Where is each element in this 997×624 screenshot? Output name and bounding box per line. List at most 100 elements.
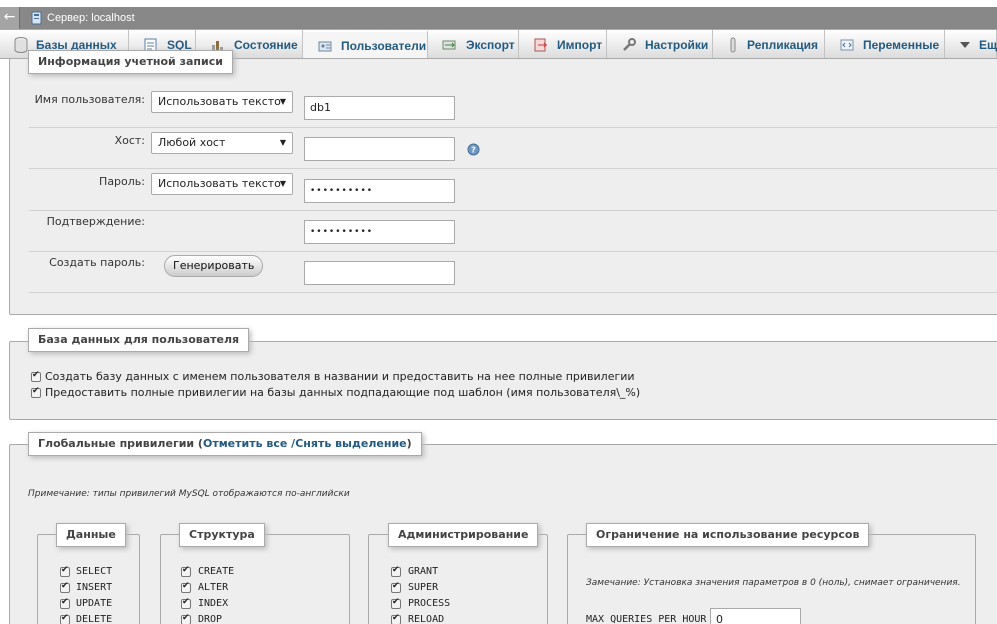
tab-label: Настройки xyxy=(645,37,709,52)
password-input[interactable]: •••••••••• xyxy=(304,179,455,203)
super-privilege-label[interactable]: SUPER xyxy=(408,582,438,593)
confirm-password-input[interactable]: •••••••••• xyxy=(304,220,455,244)
password-mode-select[interactable]: Использовать тексто ▼ xyxy=(151,173,293,195)
structure-privileges-legend: Структура xyxy=(179,523,265,547)
max-queries-input[interactable]: 0 xyxy=(710,608,801,624)
generate-password-label: Создать пароль: xyxy=(49,256,145,269)
reload-privilege-checkbox[interactable] xyxy=(391,613,401,624)
row-separator xyxy=(29,292,997,293)
database-for-user-legend: База данных для пользователя xyxy=(28,328,250,352)
insert-privilege-checkbox[interactable] xyxy=(60,581,70,593)
update-privilege-checkbox[interactable] xyxy=(60,597,70,609)
generate-password-button[interactable]: Генерировать xyxy=(164,255,264,277)
row-separator xyxy=(29,210,997,211)
chevron-down-icon xyxy=(960,41,970,48)
global-legend-prefix: Глобальные привилегии ( xyxy=(38,437,203,450)
username-mode-select[interactable]: Использовать тексто ▼ xyxy=(151,91,293,113)
tab-label: Ещё xyxy=(979,37,997,52)
global-privileges-legend: Глобальные привилегии (Отметить все /Сня… xyxy=(28,432,422,456)
insert-privilege-label[interactable]: INSERT xyxy=(76,582,112,593)
server-title[interactable]: Сервер: localhost xyxy=(47,7,135,29)
select-privilege-label[interactable]: SELECT xyxy=(76,566,112,577)
create-privilege-label[interactable]: CREATE xyxy=(198,566,234,577)
tab-label: Пользователи xyxy=(341,38,427,53)
host-mode-select[interactable]: Любой хост ▼ xyxy=(151,132,293,154)
row-separator xyxy=(29,251,997,252)
alter-privilege-label[interactable]: ALTER xyxy=(198,582,228,593)
drop-privilege-label[interactable]: DROP xyxy=(198,614,222,624)
username-input[interactable]: db1 xyxy=(304,96,455,120)
admin-privileges-legend: Администрирование xyxy=(388,523,539,547)
dropdown-arrow-icon: ▼ xyxy=(279,179,286,188)
tab-more[interactable]: Ещё xyxy=(945,30,997,59)
wrench-icon xyxy=(623,37,636,51)
max-queries-label: MAX QUERIES PER HOUR xyxy=(586,614,707,624)
dropdown-arrow-icon: ▼ xyxy=(279,97,286,106)
create-database-label[interactable]: Создать базу данных с именем пользовател… xyxy=(45,370,635,383)
index-privilege-checkbox[interactable] xyxy=(181,597,191,609)
select-privilege-checkbox[interactable] xyxy=(60,565,70,577)
database-icon xyxy=(14,36,28,53)
help-icon[interactable]: ? xyxy=(467,143,480,156)
uncheck-all-link[interactable]: Снять выделение xyxy=(295,437,406,450)
tab-label: Репликация xyxy=(747,37,819,52)
grant-privilege-checkbox[interactable] xyxy=(391,565,401,577)
delete-privilege-label[interactable]: DELETE xyxy=(76,614,112,624)
import-icon xyxy=(534,38,547,51)
tab-import[interactable]: Импорт xyxy=(519,30,607,59)
check-all-link[interactable]: Отметить все xyxy=(203,437,287,450)
tab-export[interactable]: Экспорт xyxy=(428,30,519,59)
tab-label: Переменные xyxy=(863,37,940,52)
login-info-legend: Информация учетной записи xyxy=(28,50,233,74)
tab-label: Экспорт xyxy=(466,37,515,52)
admin-privileges-fieldset xyxy=(368,534,548,624)
structure-privileges-fieldset xyxy=(160,534,350,624)
variables-icon xyxy=(840,39,854,50)
super-privilege-checkbox[interactable] xyxy=(391,581,401,593)
back-arrow-icon[interactable]: ← xyxy=(0,7,20,29)
tab-settings[interactable]: Настройки xyxy=(607,30,713,59)
tab-variables[interactable]: Переменные xyxy=(825,30,945,59)
row-separator xyxy=(29,127,997,128)
data-privileges-fieldset xyxy=(37,534,140,624)
resource-limits-note: Замечание: Установка значения параметров… xyxy=(586,578,961,588)
confirm-label: Подтверждение: xyxy=(46,215,145,228)
grant-wildcard-label[interactable]: Предоставить полные привилегии на базы д… xyxy=(45,386,640,399)
tab-label: Импорт xyxy=(557,37,603,52)
username-label: Имя пользователя: xyxy=(34,93,145,106)
resource-limits-legend: Ограничение на использование ресурсов xyxy=(586,523,870,547)
reload-privilege-label[interactable]: RELOAD xyxy=(408,614,444,624)
password-mode-value: Использовать тексто xyxy=(158,177,281,190)
svg-text:?: ? xyxy=(471,146,476,155)
host-mode-value: Любой хост xyxy=(158,136,226,149)
host-input[interactable] xyxy=(304,137,455,161)
alter-privilege-checkbox[interactable] xyxy=(181,581,191,593)
process-privilege-label[interactable]: PROCESS xyxy=(408,598,450,609)
index-privilege-label[interactable]: INDEX xyxy=(198,598,228,609)
generated-password-input[interactable] xyxy=(304,261,455,285)
privileges-note: Примечание: типы привилегий MySQL отобра… xyxy=(28,489,350,499)
host-label: Хост: xyxy=(114,134,145,147)
users-icon xyxy=(318,41,332,51)
create-database-checkbox[interactable] xyxy=(31,370,41,382)
data-privileges-legend: Данные xyxy=(56,523,126,547)
row-separator xyxy=(29,168,997,169)
tab-label: Состояние xyxy=(234,37,298,52)
delete-privilege-checkbox[interactable] xyxy=(60,613,70,624)
create-privilege-checkbox[interactable] xyxy=(181,565,191,577)
password-label: Пароль: xyxy=(99,175,145,188)
grant-wildcard-checkbox[interactable] xyxy=(31,386,41,398)
grant-privilege-label[interactable]: GRANT xyxy=(408,566,438,577)
replication-icon xyxy=(730,37,736,52)
server-breadcrumb-bar: ← Сервер: localhost xyxy=(0,7,997,29)
export-icon xyxy=(442,40,456,49)
dropdown-arrow-icon: ▼ xyxy=(279,138,286,147)
tab-replication[interactable]: Репликация xyxy=(713,30,825,59)
server-icon xyxy=(31,11,42,25)
update-privilege-label[interactable]: UPDATE xyxy=(76,598,112,609)
username-mode-value: Использовать тексто xyxy=(158,95,281,108)
global-legend-suffix: ) xyxy=(406,437,412,450)
process-privilege-checkbox[interactable] xyxy=(391,597,401,609)
tab-users[interactable]: Пользователи xyxy=(303,30,428,59)
drop-privilege-checkbox[interactable] xyxy=(181,613,191,624)
